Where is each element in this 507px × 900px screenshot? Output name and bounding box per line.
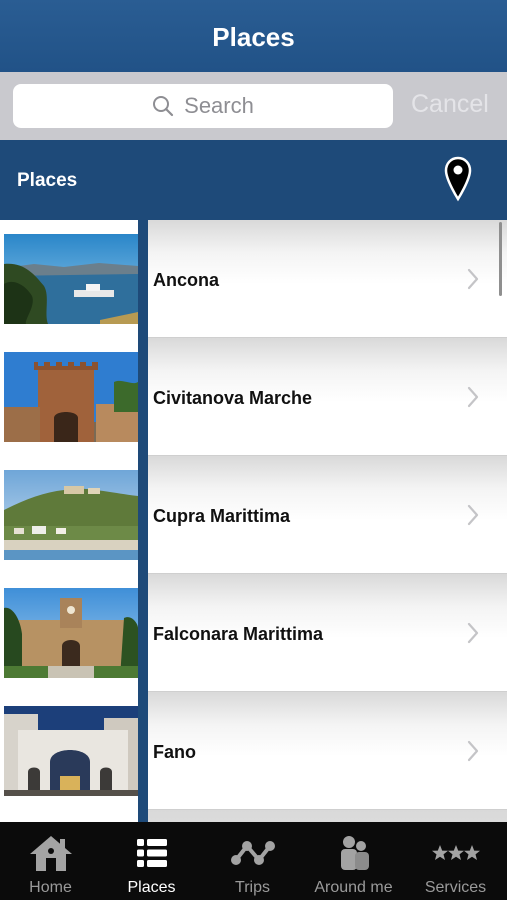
place-name: Fano [153,742,196,762]
tab-label: Places [127,879,176,896]
search-placeholder: Search [184,93,254,118]
tab-label: Services [424,879,487,896]
list-divider [138,220,148,822]
tab-services[interactable]: Services [404,822,507,900]
search-icon [153,96,174,117]
tab-label: Trips [235,879,270,896]
chevron-right-icon [467,386,479,408]
list-item[interactable]: Fano [0,692,507,810]
section-header: Places [0,140,507,220]
cancel-button[interactable]: Cancel [411,90,489,119]
place-thumbnail [4,352,138,442]
map-pin-icon[interactable] [444,156,472,202]
place-thumbnail [4,588,138,678]
chevron-right-icon [467,504,479,526]
place-thumbnail [4,706,138,796]
place-thumbnail [4,234,138,324]
place-thumbnail [4,470,138,560]
tab-home[interactable]: Home [0,822,101,900]
route-icon [230,841,275,865]
list-item[interactable]: Civitanova Marche [0,338,507,456]
home-icon [29,836,72,871]
tab-around-me[interactable]: Around me [303,822,404,900]
list-item[interactable]: Cupra Marittima [0,456,507,574]
navigation-bar: Places [0,0,507,72]
place-name: Falconara Marittima [153,624,324,644]
tab-label: Home [29,879,72,896]
people-icon [340,836,369,870]
chevron-right-icon [467,740,479,762]
list-item[interactable]: Falconara Marittima [0,574,507,692]
search-bar: Search Cancel [0,72,507,140]
tab-bar: Home Places Trips Around me Services [0,822,507,900]
place-name: Cupra Marittima [153,506,291,526]
list-item[interactable] [0,810,507,822]
tab-label: Around me [314,879,393,896]
tab-trips[interactable]: Trips [202,822,303,900]
tab-places[interactable]: Places [101,822,202,900]
list-icon [136,839,167,867]
chevron-right-icon [467,268,479,290]
places-list[interactable]: Ancona Civitanova Marche Cupra Marittima… [0,220,507,822]
list-item[interactable]: Ancona [0,220,507,338]
section-title: Places [17,170,78,191]
search-input[interactable]: Search [13,84,393,128]
stars-icon [431,845,480,860]
place-name: Ancona [153,270,220,290]
page-title: Places [212,22,295,52]
place-name: Civitanova Marche [153,388,313,408]
chevron-right-icon [467,622,479,644]
scrollbar[interactable] [499,222,502,296]
